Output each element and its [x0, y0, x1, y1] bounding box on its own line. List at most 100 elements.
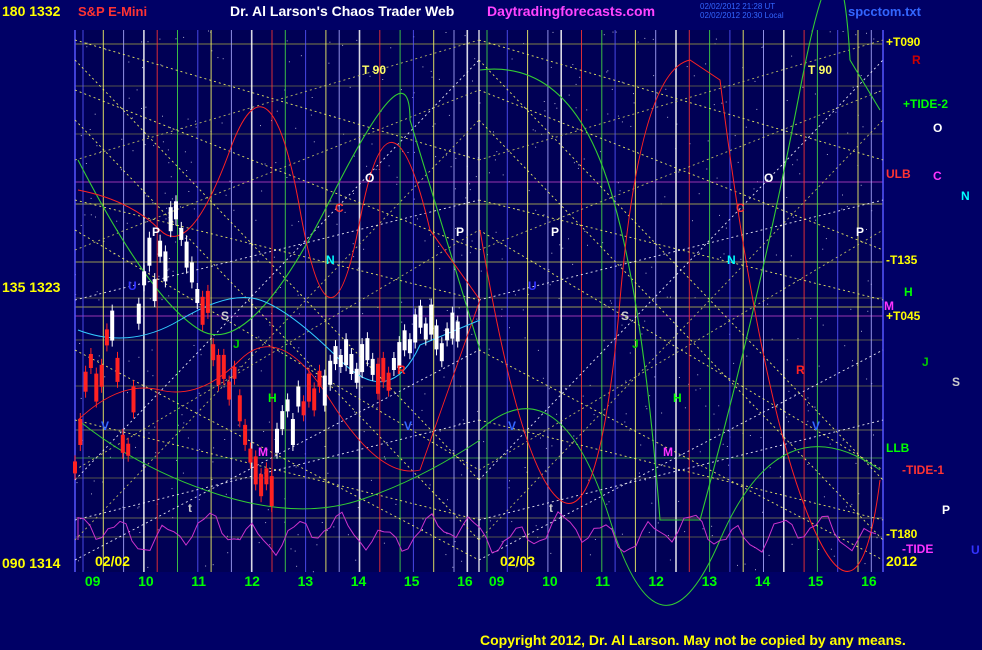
star-dot	[401, 301, 403, 303]
star-dot	[128, 61, 130, 63]
star-dot	[575, 83, 577, 85]
hour-label: 09	[489, 573, 505, 589]
right-label: O	[933, 121, 942, 135]
price-label-mid: 135 1323	[2, 279, 61, 295]
star-dot	[132, 150, 134, 152]
star-dot	[455, 320, 457, 322]
star-dot	[657, 522, 659, 524]
star-dot	[459, 423, 461, 424]
star-dot	[611, 88, 613, 90]
star-dot	[501, 258, 503, 260]
star-dot	[807, 397, 809, 399]
star-dot	[168, 268, 170, 270]
star-dot	[326, 530, 328, 531]
right-label: -T135	[886, 253, 918, 267]
star-dot	[760, 437, 762, 439]
star-dot	[698, 252, 700, 254]
star-dot	[844, 345, 846, 347]
star-dot	[654, 376, 656, 378]
date-label-day2: 02/03	[500, 553, 535, 569]
star-dot	[740, 258, 742, 260]
hour-label: 09	[85, 573, 101, 589]
star-dot	[617, 115, 619, 117]
star-dot	[734, 135, 736, 137]
planet-letter-day1: U	[128, 279, 137, 293]
star-dot	[651, 502, 653, 504]
star-dot	[138, 506, 140, 508]
star-dot	[353, 155, 355, 157]
star-dot	[275, 162, 277, 164]
star-dot	[86, 42, 88, 44]
planet-letter-day2: V	[508, 419, 516, 433]
star-dot	[501, 541, 503, 543]
star-dot	[388, 165, 390, 167]
star-dot	[212, 461, 214, 463]
star-dot	[269, 544, 271, 546]
star-dot	[135, 446, 136, 448]
star-dot	[328, 62, 330, 64]
star-dot	[395, 503, 397, 505]
star-dot	[756, 108, 758, 110]
star-dot	[141, 108, 142, 109]
star-dot	[120, 169, 122, 171]
star-dot	[845, 506, 847, 508]
star-dot	[263, 431, 265, 432]
star-dot	[586, 109, 588, 111]
star-dot	[100, 151, 102, 152]
star-dot	[157, 529, 159, 531]
star-dot	[810, 317, 812, 319]
star-dot	[799, 173, 801, 175]
star-dot	[342, 44, 344, 46]
right-label: P	[942, 503, 950, 517]
star-dot	[815, 219, 817, 221]
star-dot	[540, 437, 541, 439]
star-dot	[861, 330, 862, 332]
star-dot	[796, 159, 798, 161]
star-dot	[641, 333, 643, 335]
star-dot	[439, 268, 441, 270]
star-dot	[147, 566, 149, 568]
star-dot	[549, 284, 551, 286]
star-dot	[390, 47, 392, 49]
star-dot	[645, 272, 647, 274]
star-dot	[128, 360, 130, 362]
star-dot	[562, 247, 564, 249]
star-dot	[313, 141, 315, 143]
star-dot	[786, 100, 788, 101]
star-dot	[615, 31, 617, 33]
star-dot	[866, 229, 867, 230]
right-label: C	[933, 169, 942, 183]
star-dot	[823, 496, 825, 498]
planet-letter-day2: J	[632, 337, 639, 351]
star-dot	[621, 81, 623, 83]
site-url[interactable]: Daytradingforecasts.com	[487, 3, 655, 19]
star-dot	[552, 31, 554, 33]
star-dot	[297, 534, 299, 536]
star-dot	[860, 184, 862, 186]
star-dot	[375, 169, 377, 171]
date-label-day1: 02/02	[95, 553, 130, 569]
star-dot	[239, 366, 241, 368]
star-dot	[653, 75, 655, 77]
star-dot	[76, 482, 78, 484]
star-dot	[431, 76, 433, 78]
star-dot	[80, 135, 82, 137]
star-dot	[556, 107, 558, 109]
hour-label: 10	[542, 573, 558, 589]
planet-letter-day2: P	[856, 225, 864, 239]
star-dot	[489, 520, 491, 522]
star-dot	[363, 248, 365, 250]
star-dot	[465, 197, 467, 199]
star-dot	[862, 126, 864, 128]
star-dot	[469, 252, 471, 254]
star-dot	[755, 569, 756, 571]
planet-letter-day2: U	[528, 279, 537, 293]
star-dot	[126, 222, 128, 224]
star-dot	[867, 280, 869, 282]
star-dot	[137, 507, 139, 509]
star-dot	[876, 92, 877, 94]
star-dot	[226, 535, 228, 537]
planet-letter-day2: H	[673, 391, 682, 405]
star-dot	[361, 386, 363, 388]
star-dot	[175, 241, 177, 243]
